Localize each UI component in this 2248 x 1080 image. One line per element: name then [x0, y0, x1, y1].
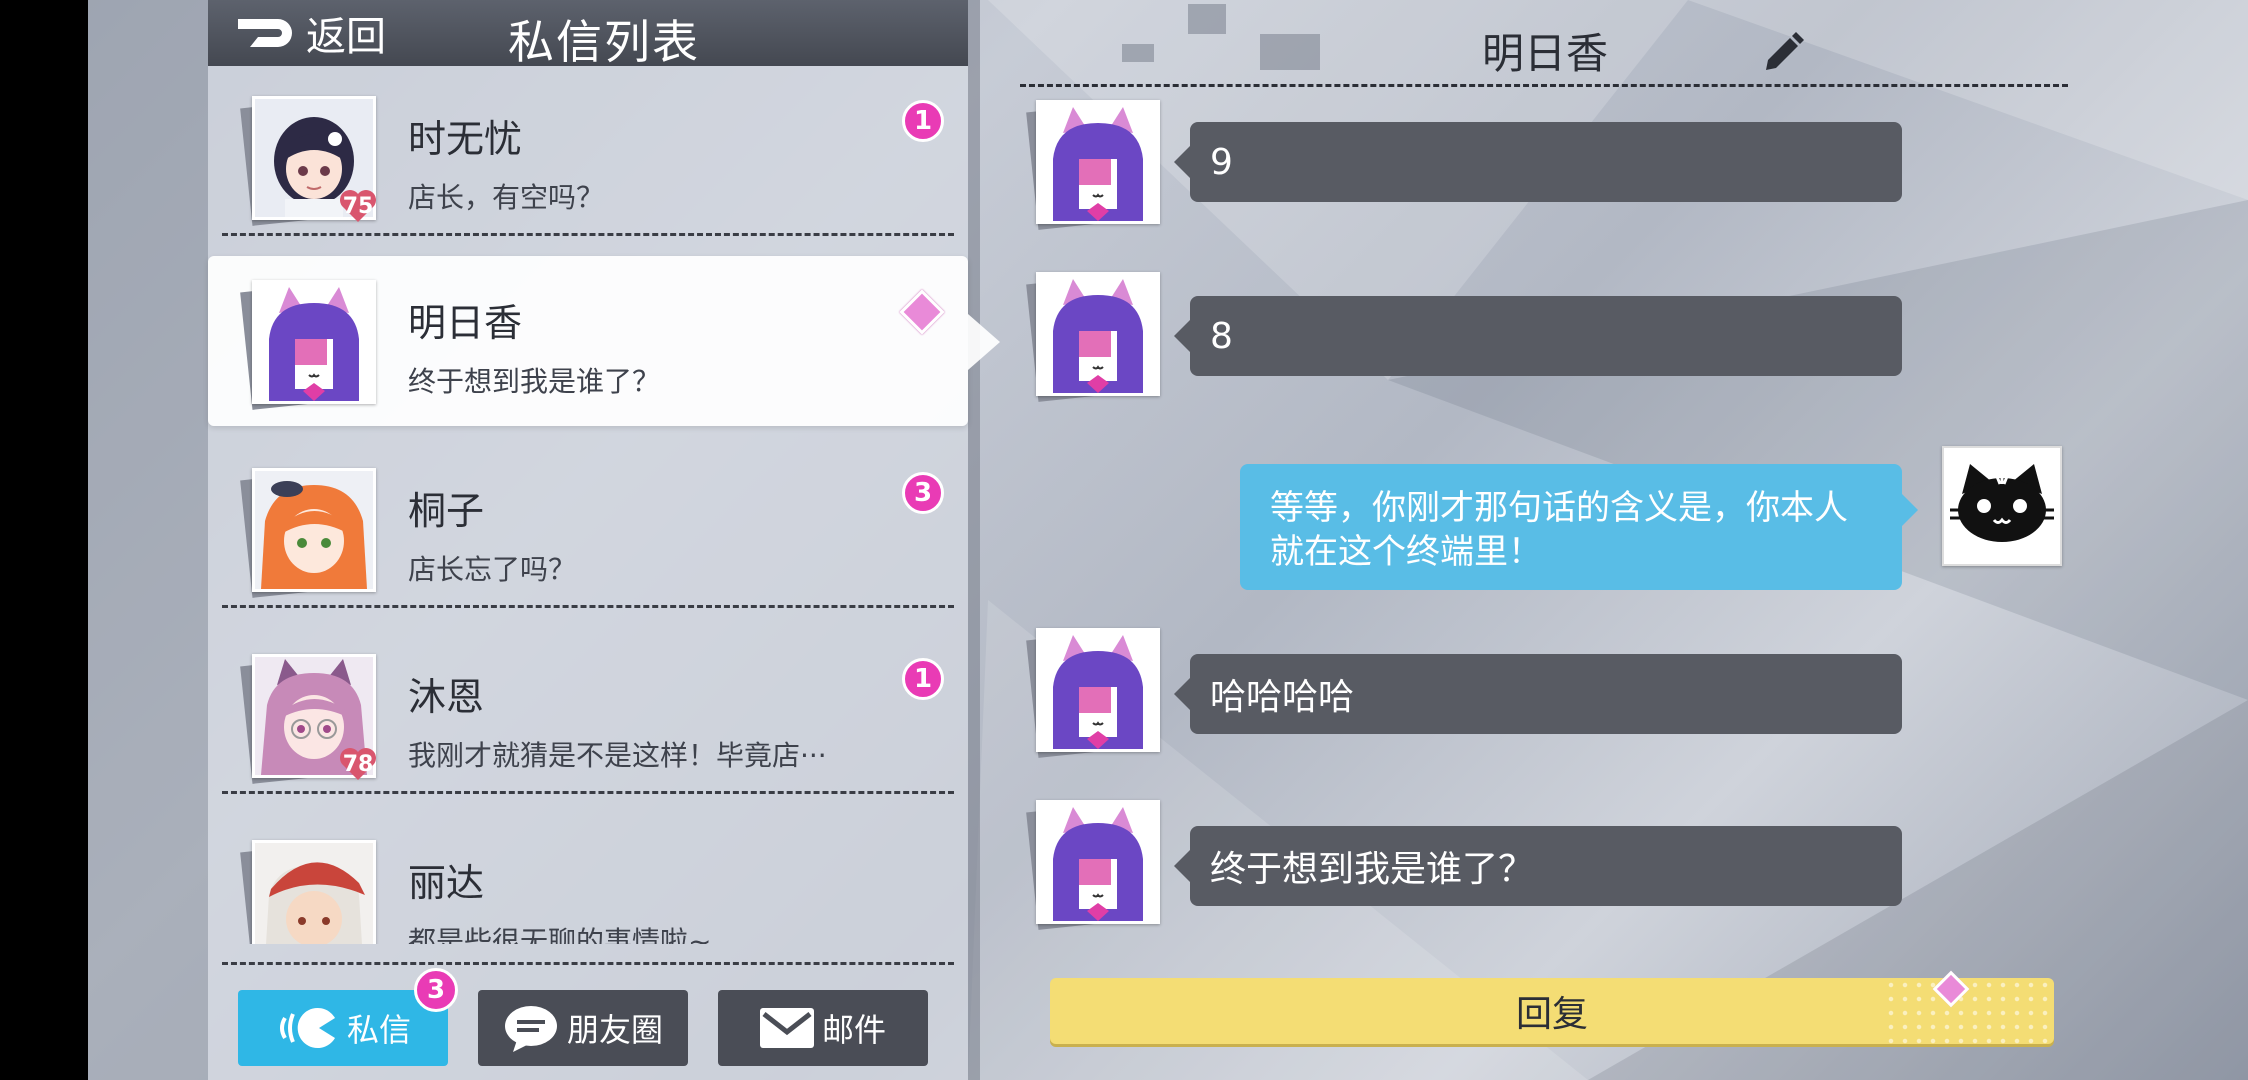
conversation-name: 明日香 [408, 301, 523, 345]
tab-label: 私信 [346, 1011, 411, 1049]
reply-button[interactable]: 回复 [1050, 978, 2054, 1044]
purple-cat-girl-portrait-icon [1039, 803, 1157, 921]
speech-bubble-icon [504, 1006, 557, 1052]
decorative-square [1188, 4, 1226, 34]
tab-mail[interactable]: 邮件 [718, 990, 928, 1066]
avatar [240, 468, 376, 598]
back-arrow-icon [238, 19, 292, 47]
conversation-preview: 都是些很无聊的事情啦~ [408, 925, 712, 944]
purple-cat-girl-portrait-icon [1039, 103, 1157, 221]
chat-header-separator [1020, 84, 2068, 87]
avatar [240, 840, 376, 944]
purple-cat-girl-portrait-icon [255, 283, 373, 401]
message-avatar [1026, 628, 1160, 758]
decorative-square [1122, 44, 1154, 62]
conversation-name: 沐恩 [408, 675, 485, 719]
reply-label: 回复 [1515, 994, 1588, 1035]
avatar: 78 [240, 654, 376, 784]
conversation-item-muen[interactable]: 78 沐恩 我刚才就猜是不是这样！毕竟店··· 1 [208, 630, 968, 800]
conversation-preview: 店长，有空吗？ [408, 181, 605, 214]
chat-pacman-icon [279, 1008, 335, 1048]
edit-button[interactable] [1760, 26, 1808, 74]
conversation-item-shiwuyou[interactable]: 75 时无忧 店长，有空吗？ 1 [208, 72, 968, 242]
black-cat-icon [1950, 464, 2054, 542]
conversation-name: 时无忧 [408, 117, 523, 161]
decorative-square [1260, 34, 1320, 70]
affection-level-badge: 78 [338, 746, 378, 782]
message-bubble-incoming: 8 [1174, 296, 1902, 376]
panel-divider [968, 0, 980, 1080]
pencil-icon [1766, 32, 1804, 70]
tab-moments[interactable]: 朋友圈 [478, 990, 688, 1066]
back-button[interactable]: 返回 [234, 12, 386, 60]
message-bubble-outgoing: 等等，你刚才那句话的含义是，你本人就在这个终端里！ [1240, 464, 1918, 590]
girl-orange-hair-portrait-icon [255, 471, 373, 589]
game-screen: 返回 私信列表 75 时无忧 店长，有空吗？ 1 明日香 终于想到我是谁了？ 桐… [88, 0, 2248, 1080]
message-avatar [1026, 272, 1160, 402]
panel-title: 私信列表 [508, 15, 700, 69]
unread-count-badge: 3 [902, 472, 944, 514]
unread-count-badge: 1 [902, 658, 944, 700]
tab-label: 朋友圈 [566, 1011, 663, 1049]
message-bubble-incoming: 终于想到我是谁了？ [1174, 826, 1902, 906]
conversation-name: 桐子 [408, 489, 485, 533]
avatar [240, 280, 376, 410]
back-label: 返回 [306, 14, 386, 60]
message-avatar [1026, 100, 1160, 230]
list-separator [222, 791, 954, 794]
conversation-item-lida[interactable]: 丽达 都是些很无聊的事情啦~ [208, 816, 968, 944]
selection-pointer [968, 314, 1000, 370]
message-bubble-incoming: 哈哈哈哈 [1174, 654, 1902, 734]
conversation-preview: 店长忘了吗？ [408, 553, 577, 586]
conversation-item-tongzi[interactable]: 桐子 店长忘了吗？ 3 [208, 444, 968, 614]
panel-header: 返回 私信列表 [208, 0, 968, 69]
list-separator [222, 233, 954, 236]
message-avatar [1026, 800, 1160, 930]
conversation-name: 丽达 [408, 861, 485, 905]
message-bubble-incoming: 9 [1174, 122, 1902, 202]
chat-title: 明日香 [1482, 29, 1609, 78]
self-avatar [1942, 446, 2062, 566]
list-separator [222, 605, 954, 608]
list-separator [222, 962, 954, 965]
purple-cat-girl-portrait-icon [1039, 631, 1157, 749]
tab-private-messages[interactable]: 私信 3 [238, 968, 458, 1066]
girl-white-hair-red-cap-portrait-icon [255, 843, 373, 944]
tab-label: 邮件 [821, 1011, 886, 1049]
mail-envelope-icon [759, 1008, 814, 1048]
conversation-preview: 终于想到我是谁了？ [408, 365, 661, 398]
unread-count-badge: 1 [902, 100, 944, 142]
unread-count-badge: 3 [414, 968, 458, 1012]
avatar: 75 [240, 96, 376, 226]
conversation-item-asuka[interactable]: 明日香 终于想到我是谁了？ [208, 256, 1000, 426]
affection-level-badge: 75 [338, 188, 378, 224]
conversation-preview: 我刚才就猜是不是这样！毕竟店··· [408, 739, 827, 772]
purple-cat-girl-portrait-icon [1039, 275, 1157, 393]
diamond-icon [899, 289, 945, 335]
